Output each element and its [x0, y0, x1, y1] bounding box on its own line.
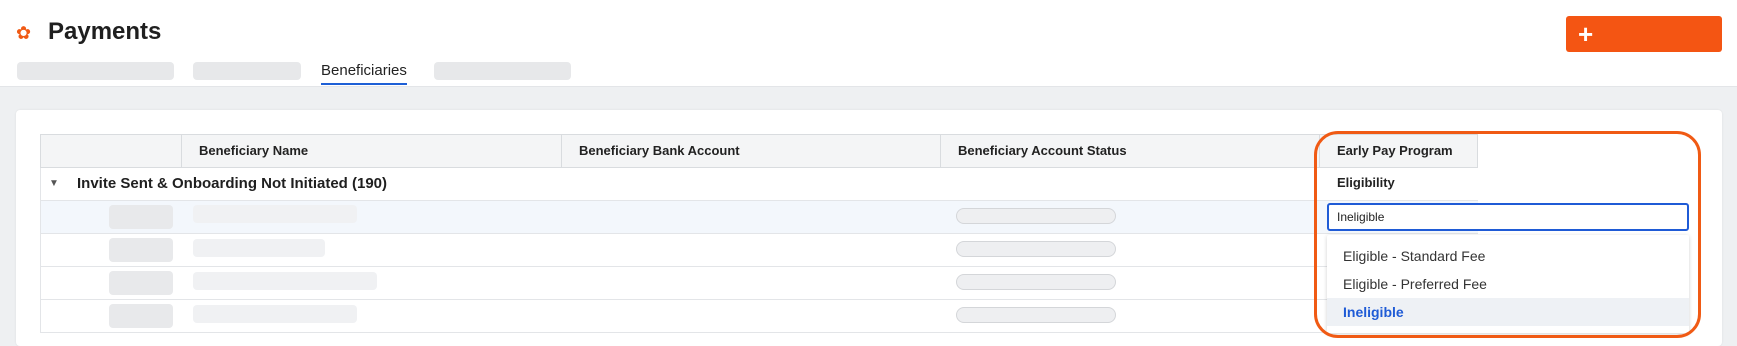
tab-bar: Beneficiaries [0, 60, 1737, 87]
option-ineligible[interactable]: Ineligible [1327, 298, 1689, 326]
tab-beneficiaries[interactable]: Beneficiaries [321, 62, 407, 85]
status-pill [956, 208, 1116, 224]
gear-icon: ✿ [16, 23, 32, 43]
status-pill [956, 274, 1116, 290]
name-placeholder [193, 272, 377, 290]
create-button[interactable]: + [1566, 16, 1722, 52]
column-header-bank-account[interactable]: Beneficiary Bank Account [561, 135, 940, 167]
table-row[interactable] [40, 300, 1478, 333]
name-placeholder [193, 205, 357, 223]
group-label: Invite Sent & Onboarding Not Initiated (… [77, 175, 388, 192]
column-header-select[interactable] [41, 135, 181, 167]
row-select-placeholder [109, 238, 173, 262]
row-select-placeholder [109, 271, 173, 295]
name-placeholder [193, 239, 325, 257]
grid-header: Beneficiary Name Beneficiary Bank Accoun… [40, 134, 1478, 190]
option-eligible-preferred-fee[interactable]: Eligible - Preferred Fee [1327, 270, 1689, 298]
eligibility-dropdown-menu: Eligible - Standard Fee Eligible - Prefe… [1327, 235, 1689, 333]
table-row[interactable] [40, 234, 1478, 267]
page-title: Payments [48, 18, 162, 45]
row-select-placeholder [109, 304, 173, 328]
tab-placeholder-4[interactable] [434, 62, 571, 80]
tab-placeholder-2[interactable] [193, 62, 301, 80]
eligibility-select-input[interactable]: Ineligible [1327, 203, 1689, 231]
table-row[interactable] [40, 201, 1478, 234]
column-header-account-status[interactable]: Beneficiary Account Status [940, 135, 1319, 167]
table-row[interactable] [40, 267, 1478, 300]
status-pill [956, 307, 1116, 323]
group-row[interactable]: ▼ Invite Sent & Onboarding Not Initiated… [40, 168, 1478, 201]
name-placeholder [193, 305, 357, 323]
tab-placeholder-1[interactable] [17, 62, 174, 80]
column-header-beneficiary-name[interactable]: Beneficiary Name [181, 135, 561, 167]
option-eligible-standard-fee[interactable]: Eligible - Standard Fee [1327, 242, 1689, 270]
status-pill [956, 241, 1116, 257]
column-header-early-pay-eligibility[interactable]: Early Pay Program Eligibility [1319, 135, 1477, 190]
row-select-placeholder [109, 205, 173, 229]
caret-down-icon[interactable]: ▼ [49, 178, 59, 189]
plus-icon: + [1578, 18, 1594, 49]
